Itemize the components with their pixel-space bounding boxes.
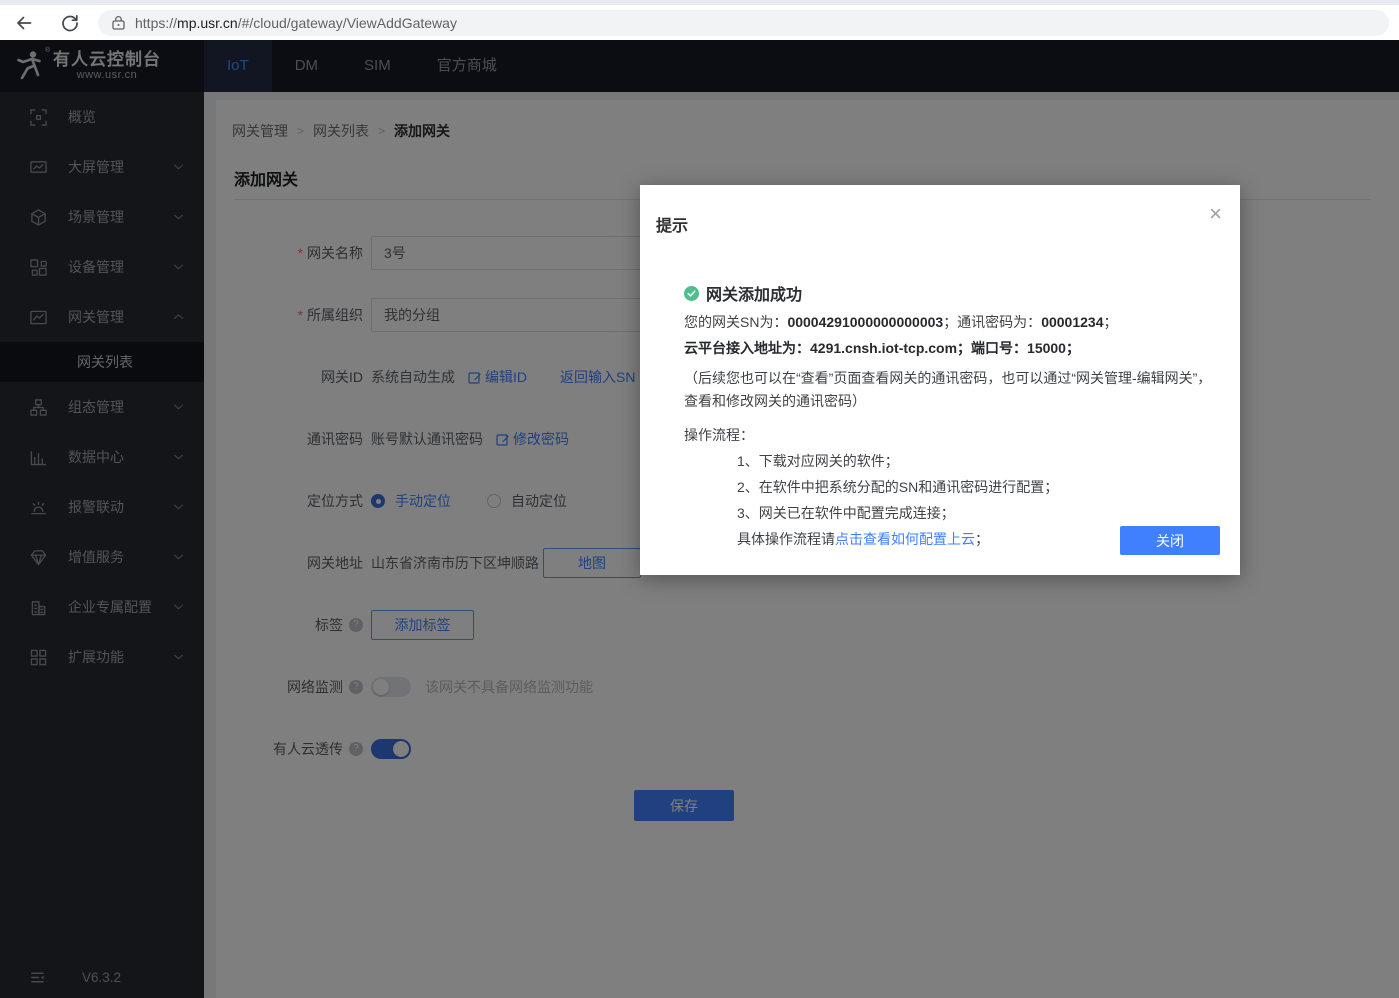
url-text: https://mp.usr.cn/#/cloud/gateway/ViewAd… bbox=[135, 15, 457, 31]
cloud-address-line: 云平台接入地址为：4291.cnsh.iot-tcp.com；端口号：15000… bbox=[684, 338, 1212, 358]
refresh-icon[interactable] bbox=[60, 13, 80, 33]
gateway-sn-value: 00004291000000000003 bbox=[787, 314, 943, 330]
success-title: 网关添加成功 bbox=[706, 281, 802, 305]
steps-title: 操作流程： bbox=[684, 425, 1212, 445]
config-guide-link[interactable]: 点击查看如何配置上云 bbox=[835, 531, 975, 547]
lock-icon[interactable] bbox=[112, 15, 125, 30]
sn-line: 您的网关SN为：00004291000000000003；通讯密码为：00001… bbox=[684, 312, 1212, 332]
back-icon[interactable] bbox=[14, 13, 34, 33]
dialog-title: 提示 bbox=[656, 212, 688, 236]
address-bar[interactable]: https://mp.usr.cn/#/cloud/gateway/ViewAd… bbox=[98, 10, 1389, 36]
success-check-icon bbox=[684, 286, 699, 301]
note-line: （后续您也可以在“查看”页面查看网关的通讯密码，也可以通过“网关管理-编辑网关”… bbox=[684, 367, 1212, 413]
dialog-body: 网关添加成功 您的网关SN为：00004291000000000003；通讯密码… bbox=[684, 281, 1212, 549]
close-button[interactable]: 关闭 bbox=[1120, 526, 1220, 555]
step-1: 1、下载对应网关的软件； bbox=[684, 451, 1212, 471]
browser-toolbar: https://mp.usr.cn/#/cloud/gateway/ViewAd… bbox=[0, 5, 1399, 40]
comm-password-value: 00001234 bbox=[1041, 314, 1103, 330]
step-3: 3、网关已在软件中配置完成连接； bbox=[684, 503, 1212, 523]
step-2: 2、在软件中把系统分配的SN和通讯密码进行配置； bbox=[684, 477, 1212, 497]
success-dialog: 提示 网关添加成功 您的网关SN为：00004291000000000003；通… bbox=[640, 185, 1240, 575]
success-heading: 网关添加成功 bbox=[684, 281, 1212, 305]
browser-chrome: https://mp.usr.cn/#/cloud/gateway/ViewAd… bbox=[0, 0, 1399, 40]
close-icon[interactable] bbox=[1209, 203, 1222, 225]
